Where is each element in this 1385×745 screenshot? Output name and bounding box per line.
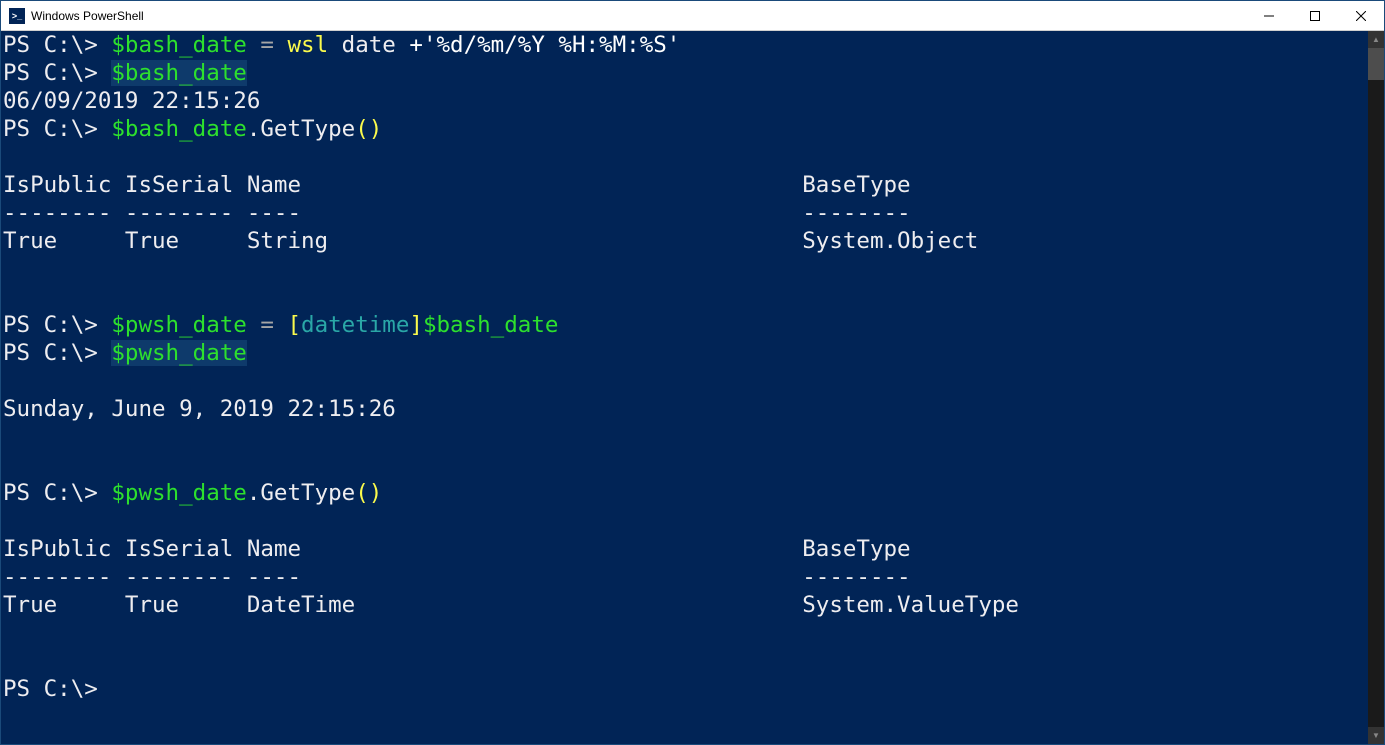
table-row: True True DateTime System.ValueType (3, 592, 1019, 618)
parens: () (355, 116, 382, 142)
output-line: 06/09/2019 22:15:26 (3, 88, 260, 114)
table-separator: -------- -------- ---- -------- (3, 564, 911, 590)
terminal-output[interactable]: PS C:\> $bash_date = wsl date +'%d/%m/%Y… (1, 31, 1368, 744)
variable: $pwsh_date (111, 480, 246, 506)
method: .GetType (247, 116, 355, 142)
variable: $bash_date (111, 116, 246, 142)
titlebar: >_ Windows PowerShell (1, 1, 1384, 31)
prompt: PS C:\> (3, 480, 111, 506)
argument: date (342, 32, 410, 58)
table-separator: -------- -------- ---- -------- (3, 200, 911, 226)
variable: $bash_date (423, 312, 558, 338)
bracket: ] (409, 312, 423, 338)
type-name: datetime (301, 312, 409, 338)
maximize-button[interactable] (1292, 1, 1338, 31)
scrollbar[interactable]: ▲ ▼ (1368, 31, 1384, 744)
prompt: PS C:\> (3, 32, 111, 58)
variable: $bash_date (111, 60, 246, 86)
close-button[interactable] (1338, 1, 1384, 31)
table-header: IsPublic IsSerial Name BaseType (3, 536, 911, 562)
prompt: PS C:\> (3, 312, 111, 338)
operator: = (260, 312, 287, 338)
powershell-icon: >_ (9, 8, 25, 24)
variable: $bash_date (111, 32, 260, 58)
parens: () (355, 480, 382, 506)
scroll-thumb[interactable] (1368, 48, 1384, 80)
bracket: [ (287, 312, 301, 338)
minimize-button[interactable] (1246, 1, 1292, 31)
argument: +'%d/%m/%Y %H:%M:%S' (409, 32, 680, 58)
scroll-up-button[interactable]: ▲ (1368, 31, 1384, 48)
table-row: True True String System.Object (3, 228, 978, 254)
scroll-down-button[interactable]: ▼ (1368, 727, 1384, 744)
command: wsl (287, 32, 341, 58)
table-header: IsPublic IsSerial Name BaseType (3, 172, 911, 198)
prompt: PS C:\> (3, 116, 111, 142)
prompt: PS C:\> (3, 340, 111, 366)
prompt: PS C:\> (3, 676, 111, 702)
prompt: PS C:\> (3, 60, 111, 86)
variable: $pwsh_date (111, 340, 246, 366)
method: .GetType (247, 480, 355, 506)
variable: $pwsh_date (111, 312, 260, 338)
window-title: Windows PowerShell (31, 9, 144, 23)
operator: = (260, 32, 287, 58)
output-line: Sunday, June 9, 2019 22:15:26 (3, 396, 396, 422)
